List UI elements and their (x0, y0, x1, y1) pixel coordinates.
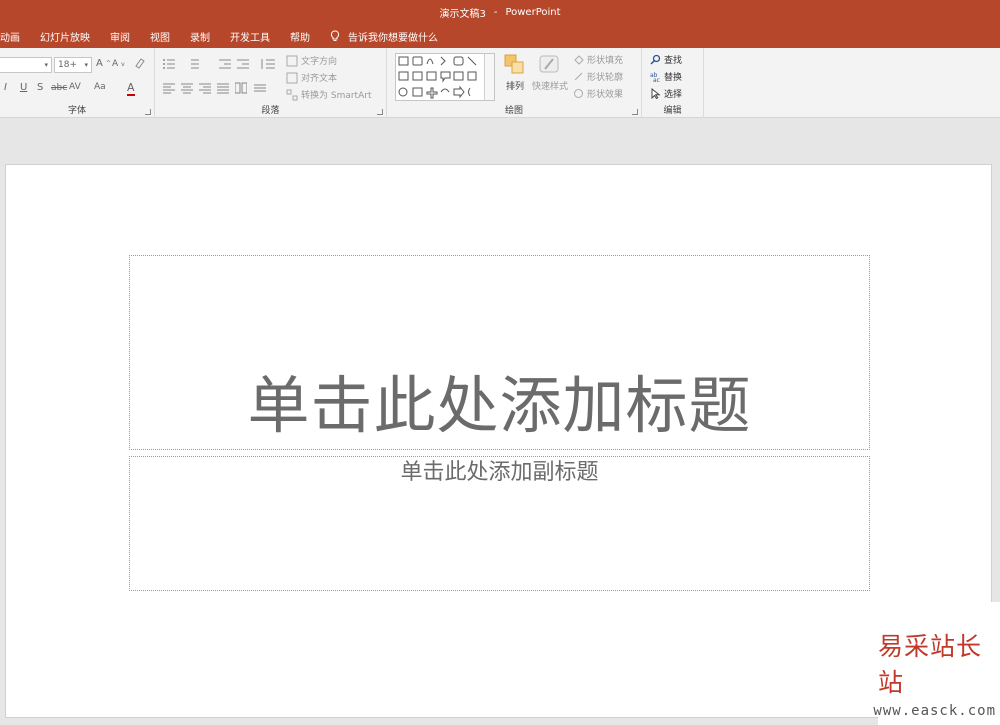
shape-fill-button[interactable]: 形状填充 (573, 53, 623, 66)
drawing-group: 排列 快速样式 形状填充 形状轮廓 形状效果 绘图 (387, 48, 642, 118)
shape-effects-button[interactable]: 形状效果 (573, 87, 623, 100)
title-bar: 演示文稿3 - PowerPoint (0, 0, 1000, 24)
chevron-down-icon: ▾ (44, 61, 48, 69)
align-center-icon[interactable] (181, 82, 193, 94)
align-text-label: 对齐文本 (301, 74, 338, 84)
title-placeholder[interactable]: 单击此处添加标题 (129, 255, 870, 450)
tab-animations[interactable]: 动画 (0, 29, 30, 44)
watermark-url: www.easck.com (873, 703, 996, 719)
watermark-brand: 易采站长站 (878, 632, 983, 697)
underline-button[interactable]: U (20, 82, 27, 93)
replace-icon: abac (650, 72, 660, 82)
quick-styles-icon[interactable] (537, 53, 561, 75)
text-direction-label: 文字方向 (301, 57, 338, 67)
font-size-dropdown[interactable]: 18+ ▾ (54, 57, 92, 73)
cursor-icon (651, 88, 661, 99)
paragraph-dialog-launcher[interactable] (377, 109, 383, 115)
find-label: 查找 (664, 56, 683, 66)
shapes-gallery[interactable] (395, 53, 495, 101)
smartart-button[interactable]: 转换为 SmartArt (286, 88, 371, 101)
shape-outline-button[interactable]: 形状轮廓 (573, 70, 623, 83)
title-separator: - (493, 6, 498, 18)
smartart-label: 转换为 SmartArt (301, 91, 372, 101)
tab-help[interactable]: 帮助 (280, 29, 320, 44)
char-spacing-button[interactable]: AV (69, 82, 81, 92)
text-direction-button[interactable]: 文字方向 (286, 54, 337, 67)
search-icon (650, 54, 661, 65)
ribbon-tabs: 动画 幻灯片放映 审阅 视图 录制 开发工具 帮助 告诉我你想要做什么 (0, 24, 1000, 48)
replace-button[interactable]: ab ac 替换 (650, 70, 682, 83)
shadow-button[interactable]: S (37, 82, 43, 93)
editor-background (0, 119, 1000, 164)
justify-icon[interactable] (217, 82, 229, 94)
change-case-button[interactable]: Aa (94, 82, 106, 92)
svg-text:ac: ac (653, 77, 660, 82)
grow-font-button[interactable]: A ^ (96, 58, 111, 69)
paragraph-group: 文字方向 对齐文本 转换为 SmartArt 段落 (155, 48, 387, 118)
paragraph-align-icon[interactable] (254, 82, 266, 94)
quick-styles-label: 快速样式 (532, 82, 569, 92)
editing-group: 查找 ab ac 替换 选择 编辑 (642, 48, 704, 118)
arrange-label: 排列 (506, 82, 525, 92)
font-size-value: 18+ (58, 60, 77, 70)
increase-indent-icon[interactable] (237, 58, 249, 70)
shape-outline-label: 形状轮廓 (587, 73, 624, 83)
tell-me-box[interactable]: 告诉我你想要做什么 (330, 29, 438, 44)
document-title: 演示文稿3 (439, 8, 486, 20)
editing-group-label: 编辑 (663, 106, 682, 116)
align-right-icon[interactable] (199, 82, 211, 94)
select-button[interactable]: 选择 (650, 87, 682, 100)
decrease-indent-icon[interactable] (219, 58, 231, 70)
arrange-button[interactable] (503, 53, 525, 75)
font-group: ▾ 18+ ▾ A ^ Av I U S abc AV Aa A 字体 (0, 48, 155, 118)
shape-effects-label: 形状效果 (587, 90, 624, 100)
replace-label: 替换 (664, 73, 683, 83)
bullets-icon[interactable] (163, 58, 185, 70)
watermark: 易采站长站 www.easck.com (873, 602, 1000, 725)
shrink-font-button[interactable]: Av (112, 59, 125, 69)
numbering-icon[interactable] (187, 58, 209, 70)
align-text-button[interactable]: 对齐文本 (286, 71, 337, 84)
chevron-down-icon: ▾ (84, 61, 88, 69)
shapes-icon (398, 56, 477, 99)
select-label: 选择 (664, 90, 683, 100)
font-color-button[interactable]: A (127, 81, 135, 96)
tab-developer[interactable]: 开发工具 (220, 29, 280, 44)
tab-view[interactable]: 视图 (140, 29, 180, 44)
font-dialog-launcher[interactable] (145, 109, 151, 115)
font-group-label: 字体 (67, 106, 86, 116)
subtitle-placeholder[interactable]: 单击此处添加副标题 (129, 456, 870, 591)
italic-button[interactable]: I (4, 82, 7, 93)
tell-me-text: 告诉我你想要做什么 (348, 32, 438, 44)
tab-slideshow[interactable]: 幻灯片放映 (30, 29, 100, 44)
clear-format-icon[interactable] (134, 57, 146, 69)
lightbulb-icon (330, 30, 340, 41)
strikethrough-button[interactable]: abc (51, 83, 67, 93)
slide-canvas[interactable]: 单击此处添加标题 单击此处添加副标题 (5, 164, 992, 718)
shape-fill-label: 形状填充 (587, 56, 624, 66)
paragraph-group-label: 段落 (261, 106, 280, 116)
tab-review[interactable]: 审阅 (100, 29, 140, 44)
subtitle-placeholder-text: 单击此处添加副标题 (400, 460, 599, 485)
ribbon: ▾ 18+ ▾ A ^ Av I U S abc AV Aa A 字体 文字方向… (0, 48, 1000, 118)
app-name: PowerPoint (505, 6, 561, 18)
find-button[interactable]: 查找 (650, 53, 682, 66)
columns-icon[interactable] (235, 82, 247, 94)
title-placeholder-text: 单击此处添加标题 (247, 368, 752, 442)
tab-record[interactable]: 录制 (180, 29, 220, 44)
line-spacing-icon[interactable] (261, 58, 275, 70)
powerpoint-window: 演示文稿3 - PowerPoint 动画 幻灯片放映 审阅 视图 录制 开发工… (0, 0, 1000, 725)
drawing-dialog-launcher[interactable] (632, 109, 638, 115)
drawing-group-label: 绘图 (504, 106, 523, 116)
font-name-dropdown[interactable]: ▾ (0, 57, 52, 73)
align-left-icon[interactable] (163, 82, 175, 94)
gallery-scrollbar[interactable] (484, 54, 494, 100)
